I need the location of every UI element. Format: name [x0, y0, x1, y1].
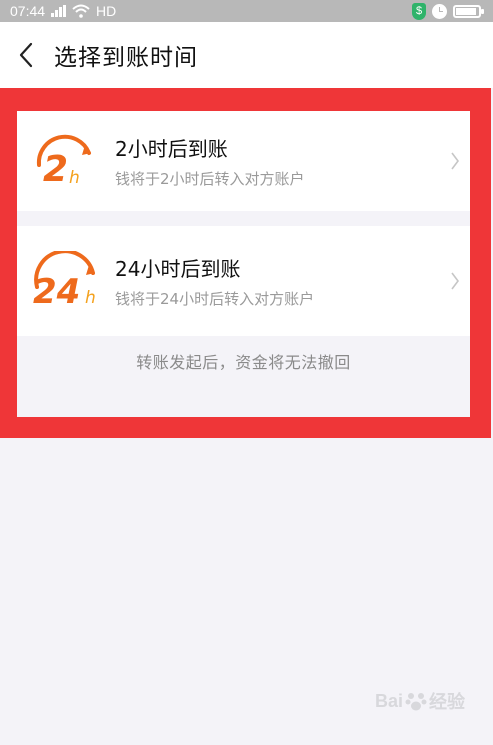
network-type: HD — [96, 3, 117, 19]
option-2h-text: 2小时后到账 钱将于2小时后转入对方账户 — [115, 134, 440, 188]
wifi-icon — [72, 4, 90, 18]
status-time: 07:44 — [10, 3, 46, 19]
shield-icon: $ — [412, 2, 426, 20]
option-description: 钱将于2小时后转入对方账户 — [115, 170, 305, 188]
signal-icon — [51, 5, 67, 17]
option-2h[interactable]: 2 h 2小时后到账 钱将于2小时后转入对方账户 — [17, 111, 470, 211]
back-button[interactable] — [2, 22, 50, 88]
status-right: $ — [412, 2, 484, 20]
badge-24h-icon: 24 h — [17, 226, 115, 336]
irreversible-notice: 转账发起后，资金将无法撤回 — [136, 353, 351, 372]
badge-24h-unit: h — [85, 288, 96, 308]
status-left: 07:44 HD — [10, 3, 116, 19]
option-title: 2小时后到账 — [115, 137, 228, 161]
watermark-text: Bai — [374, 690, 403, 711]
badge-24h-number: 24 — [33, 272, 80, 311]
badge-2h-icon: 2 h — [17, 111, 115, 211]
paw-icon — [405, 693, 427, 711]
chevron-right-icon — [440, 226, 470, 336]
battery-icon — [453, 4, 484, 18]
watermark: Bai 经验 — [375, 688, 465, 714]
option-24h-text: 24小时后到账 钱将于24小时后转入对方账户 — [115, 254, 440, 308]
chevron-right-icon — [440, 111, 470, 211]
page-title: 选择到账时间 — [54, 45, 198, 71]
alarm-icon — [432, 3, 447, 19]
badge-2h-number: 2 — [43, 149, 68, 190]
watermark-text-2: 经验 — [429, 692, 465, 712]
option-24h[interactable]: 24 h 24小时后到账 钱将于24小时后转入对方账户 — [17, 226, 470, 336]
options-panel: 2 h 2小时后到账 钱将于2小时后转入对方账户 24 h 24小时后到账 钱将… — [17, 111, 470, 417]
chevron-left-icon — [19, 42, 33, 68]
status-bar: 07:44 HD $ — [0, 0, 493, 22]
badge-2h-unit: h — [69, 168, 80, 188]
option-title: 24小时后到账 — [115, 257, 241, 281]
nav-bar: 选择到账时间 — [0, 22, 493, 88]
option-description: 钱将于24小时后转入对方账户 — [115, 290, 315, 308]
